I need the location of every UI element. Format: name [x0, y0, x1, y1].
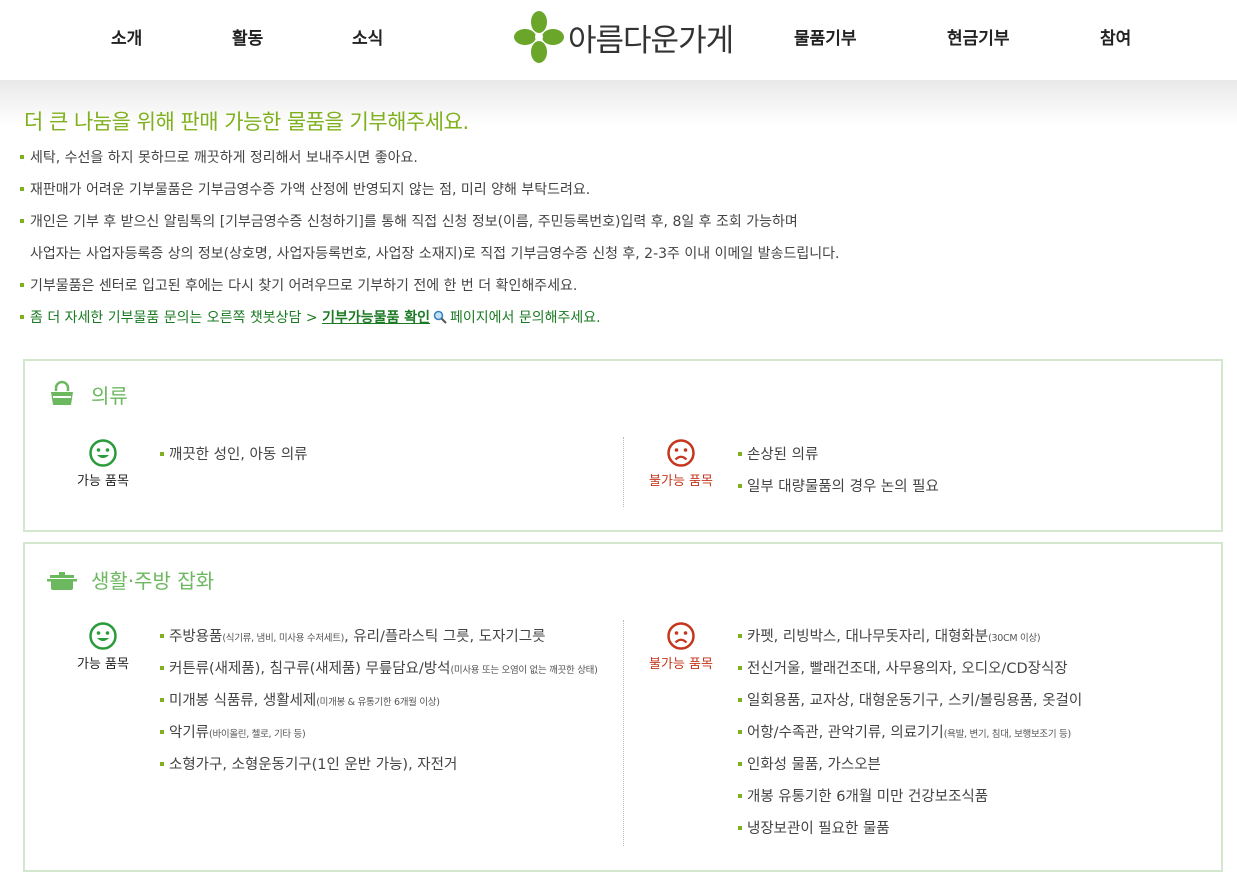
item-text: 카펫, 리빙박스, 대나무돗자리, 대형화분 — [747, 629, 989, 645]
item-text: 일부 대량물품의 경우 논의 필요 — [747, 479, 939, 495]
disallowed-label: 불가능 품목 — [649, 657, 713, 672]
item-text: 미개봉 식품류, 생활세제 — [169, 693, 317, 709]
disallowed-label: 불가능 품목 — [649, 474, 713, 489]
item-text: 깨끗한 성인, 아동 의류 — [169, 447, 308, 463]
frown-icon — [667, 622, 695, 650]
nav-goods-donation[interactable]: 물품기부 — [794, 24, 857, 49]
list-item: 개봉 유통기한 6개월 미만 건강보조식품 — [738, 781, 1082, 813]
site-header: 소개 활동 소식 아름다운가게 물품기부 현금기부 참여 — [0, 0, 1237, 80]
chatbot-guideline-suffix: 페이지에서 문의해주세요. — [449, 310, 601, 326]
disallowed-items: 손상된 의류 일부 대량물품의 경우 논의 필요 — [738, 439, 939, 503]
nav-participate[interactable]: 참여 — [1100, 24, 1131, 49]
list-item: 카펫, 리빙박스, 대나무돗자리, 대형화분(30CM 이상) — [738, 621, 1082, 653]
item-note: (욕발, 변기, 침대, 보행보조기 등) — [943, 729, 1071, 740]
list-item: 악기류(바이올린, 첼로, 기타 등) — [160, 717, 597, 749]
item-note: (미개봉 & 유통기한 6개월 이상) — [316, 697, 440, 708]
list-item: 일부 대량물품의 경우 논의 필요 — [738, 471, 939, 503]
list-item: 인화성 물품, 가스오븐 — [738, 749, 1082, 781]
list-item: 소형가구, 소형운동기구(1인 운반 가능), 자전거 — [160, 749, 597, 781]
list-item: 깨끗한 성인, 아동 의류 — [160, 439, 308, 471]
nav-activity[interactable]: 활동 — [232, 24, 263, 49]
item-text: 어항/수족관, 관악기류, 의료기기 — [747, 725, 944, 741]
item-text: 소형가구, 소형운동기구(1인 운반 가능), 자전거 — [169, 757, 458, 773]
category-header: 의류 — [47, 379, 128, 409]
category-header: 생활·주방 잡화 — [47, 564, 214, 594]
item-note: (식기류, 냄비, 미사용 수저세트) — [222, 633, 345, 644]
item-text: 악기류 — [169, 725, 210, 741]
item-text: 커튼류(새제품), 침구류(새제품) 무릎담요/방석 — [169, 661, 451, 677]
nav-news[interactable]: 소식 — [352, 24, 383, 49]
allowed-status: 가능 품목 — [63, 438, 143, 489]
item-text: 냉장보관이 필요한 물품 — [747, 821, 890, 837]
bag-icon — [51, 380, 73, 405]
guideline-item: 재판매가 어려운 기부물품은 기부금영수증 가액 산정에 반영되지 않는 점, … — [18, 175, 1218, 207]
allowed-status: 가능 품목 — [63, 621, 143, 672]
logo[interactable]: 아름다운가게 — [512, 8, 737, 66]
guideline-item: 기부물품은 센터로 입고된 후에는 다시 찾기 어려우므로 기부하기 전에 한 … — [18, 271, 1218, 303]
list-item: 어항/수족관, 관악기류, 의료기기(욕발, 변기, 침대, 보행보조기 등) — [738, 717, 1082, 749]
item-text: 인화성 물품, 가스오븐 — [747, 757, 881, 773]
nav-intro[interactable]: 소개 — [111, 24, 142, 49]
item-text: 전신거울, 빨래건조대, 사무용의자, 오디오/CD장식장 — [747, 661, 1068, 677]
item-note: (30CM 이상) — [988, 633, 1041, 644]
list-item: 일회용품, 교자상, 대형운동기구, 스키/볼링용품, 옷걸이 — [738, 685, 1082, 717]
allowed-label: 가능 품목 — [77, 657, 129, 672]
smile-icon — [89, 439, 117, 467]
item-note: (바이올린, 첼로, 기타 등) — [209, 729, 306, 740]
item-text: 개봉 유통기한 6개월 미만 건강보조식품 — [747, 789, 989, 805]
allowed-label: 가능 품목 — [77, 474, 129, 489]
allowed-items: 깨끗한 성인, 아동 의류 — [160, 439, 308, 471]
frown-icon — [667, 439, 695, 467]
logo-text: 아름다운가게 — [568, 22, 734, 59]
list-item: 미개봉 식품류, 생활세제(미개봉 & 유통기한 6개월 이상) — [160, 685, 597, 717]
list-item: 주방용품(식기류, 냄비, 미사용 수저세트), 유리/플라스틱 그릇, 도자기… — [160, 621, 597, 653]
category-household: 생활·주방 잡화 가능 품목 주방용품(식기류, 냄비, 미사용 수저세트), … — [23, 542, 1223, 872]
guideline-item-continued: 사업자는 사업자등록증 상의 정보(상호명, 사업자등록번호, 사업장 소재지)… — [30, 246, 840, 262]
guideline-list: 세탁, 수선을 하지 못하므로 깨끗하게 정리해서 보내주시면 좋아요. 재판매… — [18, 143, 1218, 335]
guideline-item: 개인은 기부 후 받으신 알림톡의 [기부금영수증 신청하기]를 통해 직접 신… — [18, 207, 1218, 239]
list-item: 냉장보관이 필요한 물품 — [738, 813, 1082, 845]
magnifier-icon — [433, 310, 447, 324]
smile-icon — [89, 622, 117, 650]
page-title: 더 큰 나눔을 위해 판매 가능한 물품을 기부해주세요. — [24, 110, 469, 134]
column-divider — [623, 620, 624, 846]
list-item: 손상된 의류 — [738, 439, 939, 471]
column-divider — [623, 437, 624, 507]
donatable-items-link[interactable]: 기부가능물품 확인 — [322, 310, 430, 326]
allowed-items: 주방용품(식기류, 냄비, 미사용 수저세트), 유리/플라스틱 그릇, 도자기… — [160, 621, 598, 781]
category-clothing: 의류 가능 품목 깨끗한 성인, 아동 의류 불가능 품목 손상된 의류 일부 … — [23, 359, 1223, 532]
item-text: 일회용품, 교자상, 대형운동기구, 스키/볼링용품, 옷걸이 — [747, 693, 1083, 709]
guideline-item: 세탁, 수선을 하지 못하므로 깨끗하게 정리해서 보내주시면 좋아요. — [18, 143, 1218, 175]
list-item: 커튼류(새제품), 침구류(새제품) 무릎담요/방석(미사용 또는 오염이 없는… — [160, 653, 598, 685]
item-note: (미사용 또는 오염이 없는 깨끗한 상태) — [450, 665, 598, 676]
item-text-rest: , 유리/플라스틱 그릇, 도자기그릇 — [344, 629, 546, 645]
disallowed-status: 불가능 품목 — [641, 438, 721, 489]
item-text: 손상된 의류 — [747, 447, 819, 463]
nav-cash-donation[interactable]: 현금기부 — [947, 24, 1010, 49]
chatbot-guideline: 좀 더 자세한 기부물품 문의는 오른쪽 챗봇상담 > 기부가능물품 확인 페이지… — [18, 303, 1218, 335]
category-title: 의류 — [91, 383, 128, 408]
clover-logo-icon — [514, 11, 564, 63]
category-title: 생활·주방 잡화 — [91, 568, 215, 593]
list-item: 전신거울, 빨래건조대, 사무용의자, 오디오/CD장식장 — [738, 653, 1082, 685]
pot-icon — [47, 572, 77, 590]
disallowed-status: 불가능 품목 — [641, 621, 721, 672]
chatbot-guideline-prefix: 좀 더 자세한 기부물품 문의는 오른쪽 챗봇상담 > — [30, 310, 318, 326]
item-text: 주방용품 — [169, 629, 223, 645]
disallowed-items: 카펫, 리빙박스, 대나무돗자리, 대형화분(30CM 이상) 전신거울, 빨래… — [738, 621, 1082, 845]
